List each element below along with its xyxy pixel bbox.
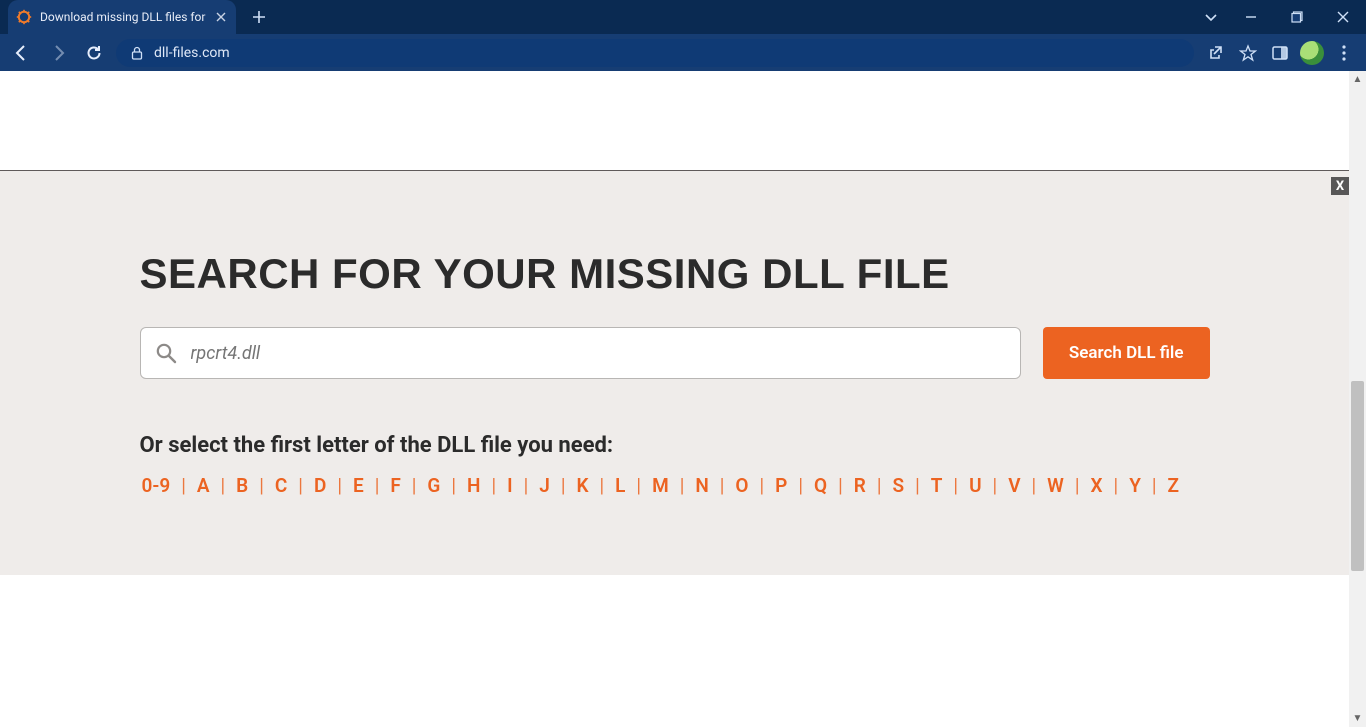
letter-link-r[interactable]: R	[852, 474, 868, 497]
search-box[interactable]	[140, 327, 1021, 379]
letter-link-i[interactable]: I	[505, 474, 514, 497]
lock-icon	[130, 46, 144, 60]
letter-separator: |	[984, 474, 1007, 497]
letter-separator: |	[289, 474, 312, 497]
letter-index: 0-9|A|B|C|D|E|F|G|H|I|J|K|L|M|N|O|P|Q|R|…	[140, 474, 1210, 497]
window-minimize-button[interactable]	[1228, 0, 1274, 34]
letter-separator: |	[328, 474, 351, 497]
letter-separator: |	[711, 474, 734, 497]
letter-separator: |	[552, 474, 575, 497]
letter-separator: |	[906, 474, 929, 497]
letter-separator: |	[172, 474, 195, 497]
tab-close-icon[interactable]	[214, 10, 228, 24]
letter-link-k[interactable]: K	[574, 474, 590, 497]
tab-search-chevron-icon[interactable]	[1194, 0, 1228, 34]
letter-separator: |	[366, 474, 389, 497]
letter-prompt: Or select the first letter of the DLL fi…	[140, 433, 1210, 458]
letter-link-l[interactable]: L	[613, 474, 627, 497]
top-banner-area	[0, 71, 1366, 171]
window-titlebar: Download missing DLL files for fr	[0, 0, 1366, 34]
letter-link-g[interactable]: G	[425, 474, 442, 497]
search-icon	[155, 342, 177, 364]
close-ad-label: X	[1336, 179, 1344, 194]
letter-separator: |	[1066, 474, 1089, 497]
search-hero-section: SEARCH FOR YOUR MISSING DLL FILE Search …	[0, 171, 1349, 547]
letter-separator: |	[482, 474, 505, 497]
letter-separator: |	[671, 474, 694, 497]
letter-separator: |	[1105, 474, 1128, 497]
letter-link-q[interactable]: Q	[812, 474, 829, 497]
letter-separator: |	[515, 474, 538, 497]
forward-button[interactable]	[44, 39, 72, 67]
bookmark-star-icon[interactable]	[1234, 39, 1262, 67]
search-input[interactable]	[191, 343, 1006, 364]
letter-link-d[interactable]: D	[312, 474, 328, 497]
browser-tab[interactable]: Download missing DLL files for fr	[8, 0, 236, 34]
window-controls	[1194, 0, 1366, 34]
scrollbar-track[interactable]: ▲ ▼	[1349, 71, 1366, 727]
side-panel-icon[interactable]	[1266, 39, 1294, 67]
letter-link-t[interactable]: T	[929, 474, 945, 497]
letter-separator: |	[250, 474, 273, 497]
letter-separator: |	[212, 474, 235, 497]
letter-separator: |	[591, 474, 614, 497]
browser-menu-button[interactable]	[1330, 39, 1358, 67]
letter-link-m[interactable]: M	[650, 474, 671, 497]
letter-link-0-9[interactable]: 0-9	[140, 474, 173, 497]
letter-link-e[interactable]: E	[351, 474, 366, 497]
letter-link-a[interactable]: A	[195, 474, 212, 497]
letter-link-j[interactable]: J	[537, 474, 552, 497]
letter-link-o[interactable]: O	[733, 474, 750, 497]
toolbar-right-group	[1202, 39, 1358, 67]
scroll-up-icon[interactable]: ▲	[1349, 71, 1366, 88]
hero-title: SEARCH FOR YOUR MISSING DLL FILE	[140, 251, 1210, 297]
letter-link-b[interactable]: B	[234, 474, 250, 497]
share-icon[interactable]	[1202, 39, 1230, 67]
letter-link-p[interactable]: P	[773, 474, 789, 497]
tab-favicon-icon	[16, 9, 32, 25]
scrollbar-thumb[interactable]	[1351, 381, 1364, 571]
letter-link-v[interactable]: V	[1006, 474, 1022, 497]
profile-avatar[interactable]	[1298, 39, 1326, 67]
letter-separator: |	[751, 474, 774, 497]
scroll-down-icon[interactable]: ▼	[1349, 710, 1366, 727]
search-row: Search DLL file	[140, 327, 1210, 379]
avatar-icon	[1300, 41, 1324, 65]
letter-separator: |	[868, 474, 891, 497]
reload-button[interactable]	[80, 39, 108, 67]
letter-link-f[interactable]: F	[388, 474, 402, 497]
tab-title: Download missing DLL files for fr	[40, 10, 206, 24]
letter-link-z[interactable]: Z	[1166, 474, 1182, 497]
letter-link-w[interactable]: W	[1045, 474, 1066, 497]
letter-link-n[interactable]: N	[693, 474, 710, 497]
new-tab-button[interactable]	[246, 4, 272, 30]
lower-banner-area	[0, 547, 1349, 707]
letter-separator: |	[829, 474, 852, 497]
letter-separator: |	[1023, 474, 1046, 497]
window-close-button[interactable]	[1320, 0, 1366, 34]
letter-separator: |	[442, 474, 465, 497]
url-text: dll-files.com	[154, 45, 230, 61]
letter-link-u[interactable]: U	[967, 474, 983, 497]
back-button[interactable]	[8, 39, 36, 67]
letter-separator: |	[1143, 474, 1166, 497]
letter-link-h[interactable]: H	[465, 474, 482, 497]
address-bar[interactable]: dll-files.com	[116, 39, 1194, 67]
letter-separator: |	[403, 474, 426, 497]
letter-link-c[interactable]: C	[273, 474, 289, 497]
close-ad-button[interactable]: X	[1331, 177, 1349, 195]
window-maximize-button[interactable]	[1274, 0, 1320, 34]
letter-link-x[interactable]: X	[1089, 474, 1105, 497]
letter-separator: |	[789, 474, 812, 497]
page-viewport: X SEARCH FOR YOUR MISSING DLL FILE Searc…	[0, 71, 1366, 727]
letter-separator: |	[944, 474, 967, 497]
letter-link-s[interactable]: S	[890, 474, 906, 497]
browser-toolbar: dll-files.com	[0, 34, 1366, 71]
letter-link-y[interactable]: Y	[1127, 474, 1143, 497]
letter-separator: |	[627, 474, 650, 497]
search-button[interactable]: Search DLL file	[1043, 327, 1210, 379]
